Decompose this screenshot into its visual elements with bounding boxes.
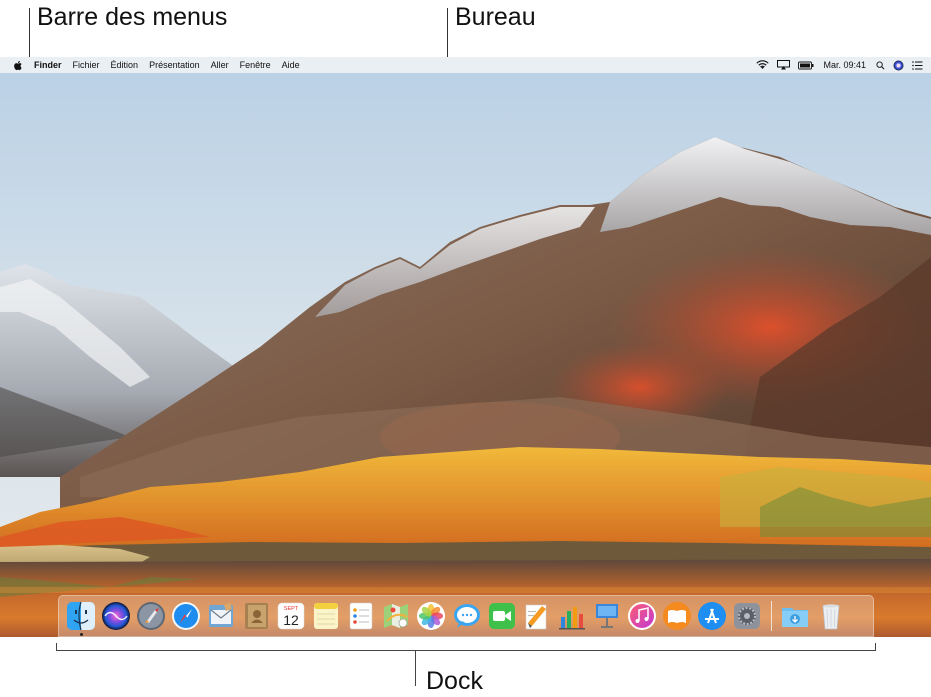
airplay-icon[interactable] bbox=[777, 60, 791, 70]
facetime-icon[interactable] bbox=[487, 601, 517, 631]
photos-icon[interactable] bbox=[416, 601, 446, 631]
trash-icon[interactable] bbox=[816, 601, 846, 631]
calendar-day-text: 12 bbox=[283, 612, 299, 628]
siri-icon[interactable] bbox=[893, 60, 904, 71]
keynote-icon[interactable] bbox=[592, 601, 622, 631]
notification-center-icon[interactable] bbox=[912, 60, 923, 70]
finder-running-indicator bbox=[79, 633, 83, 636]
battery-icon[interactable] bbox=[798, 61, 814, 70]
reminders-icon[interactable] bbox=[346, 601, 376, 631]
menu-presentation[interactable]: Présentation bbox=[149, 60, 200, 70]
callout-desktop-label: Bureau bbox=[455, 3, 536, 31]
numbers-icon[interactable] bbox=[557, 601, 587, 631]
ibooks-icon[interactable] bbox=[662, 601, 692, 631]
dock: SEPT 12 bbox=[58, 595, 874, 637]
menu-bar: Finder Fichier Édition Présentation Alle… bbox=[0, 57, 931, 73]
dock-bracket-pointer bbox=[415, 650, 416, 686]
callout-menubar-line bbox=[29, 8, 30, 60]
downloads-folder-icon[interactable] bbox=[780, 601, 810, 631]
pages-icon[interactable] bbox=[522, 601, 552, 631]
mail-icon[interactable] bbox=[206, 601, 236, 631]
desktop-screen[interactable]: Finder Fichier Édition Présentation Alle… bbox=[0, 57, 931, 637]
menu-finder[interactable]: Finder bbox=[34, 60, 62, 70]
callout-menubar-label: Barre des menus bbox=[37, 3, 228, 31]
menu-aller[interactable]: Aller bbox=[211, 60, 229, 70]
itunes-icon[interactable] bbox=[627, 601, 657, 631]
menubar-clock[interactable]: Mar. 09:41 bbox=[823, 60, 866, 70]
calendar-icon[interactable]: SEPT 12 bbox=[276, 601, 306, 631]
apple-icon[interactable] bbox=[13, 59, 24, 71]
system-preferences-icon[interactable] bbox=[732, 601, 762, 631]
menu-edition[interactable]: Édition bbox=[111, 60, 139, 70]
contacts-icon[interactable] bbox=[241, 601, 271, 631]
dock-bracket-horizontal bbox=[56, 650, 876, 651]
app-store-icon[interactable] bbox=[697, 601, 727, 631]
desktop-wallpaper bbox=[0, 57, 931, 637]
menu-aide[interactable]: Aide bbox=[282, 60, 300, 70]
menu-fenetre[interactable]: Fenêtre bbox=[240, 60, 271, 70]
dock-separator bbox=[770, 601, 772, 631]
safari-icon[interactable] bbox=[171, 601, 201, 631]
spotlight-search-icon[interactable] bbox=[876, 60, 885, 70]
callout-dock-label: Dock bbox=[426, 667, 483, 695]
menu-fichier[interactable]: Fichier bbox=[73, 60, 100, 70]
wifi-icon[interactable] bbox=[756, 60, 770, 70]
launchpad-icon[interactable] bbox=[136, 601, 166, 631]
finder-icon[interactable] bbox=[66, 601, 96, 636]
dock-bracket-right-end bbox=[875, 643, 876, 651]
maps-icon[interactable] bbox=[381, 601, 411, 631]
messages-icon[interactable] bbox=[452, 601, 482, 631]
siri-icon[interactable] bbox=[101, 601, 131, 631]
notes-icon[interactable] bbox=[311, 601, 341, 631]
dock-bracket-left-end bbox=[56, 643, 57, 651]
